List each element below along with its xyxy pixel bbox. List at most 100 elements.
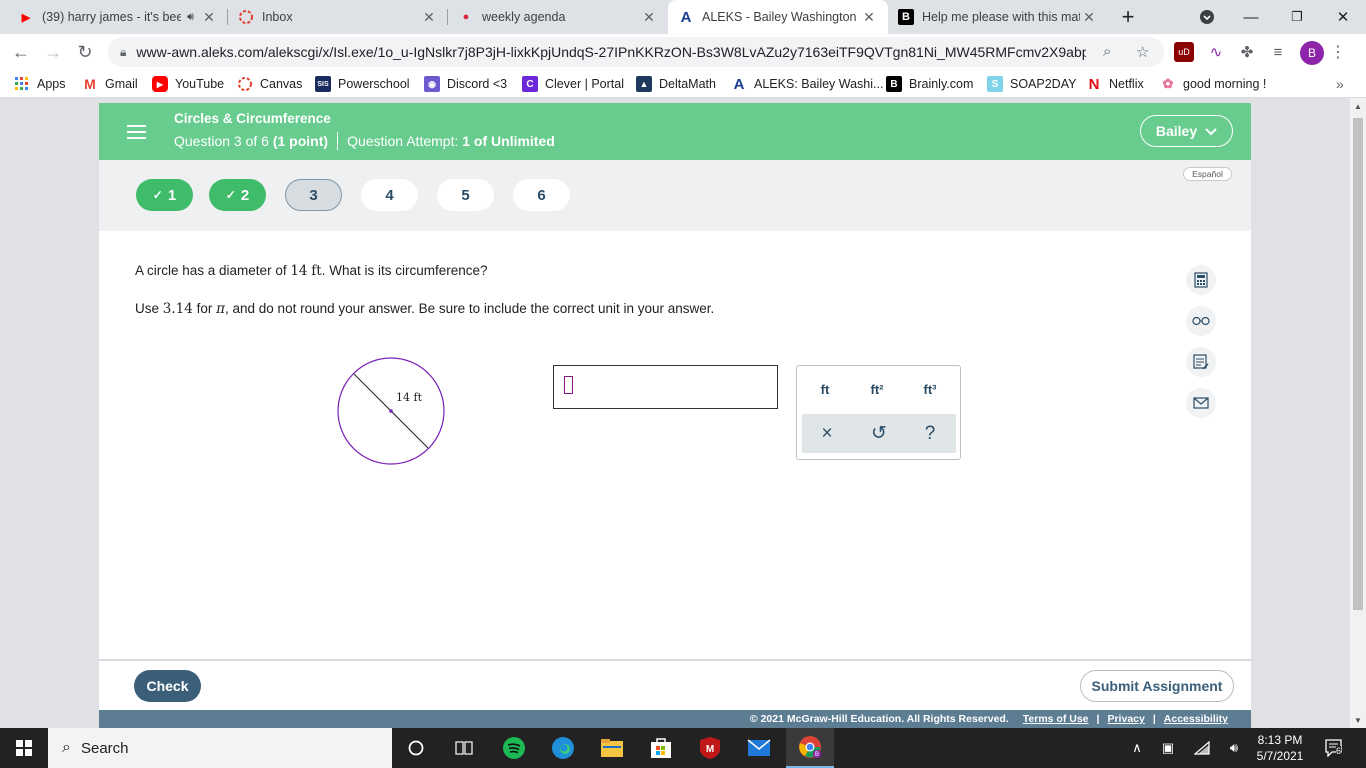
question-nav-1[interactable]: ✓ 1 (136, 179, 193, 211)
device-icon[interactable]: ▣ (1156, 728, 1180, 768)
bookmark-good-morning[interactable]: ✿ good morning ! (1160, 75, 1267, 93)
unit-ft-button[interactable]: ft (805, 378, 845, 400)
hamburger-menu-icon[interactable] (120, 117, 152, 147)
minimize-icon[interactable]: — (1228, 0, 1274, 34)
bookmark-star-icon[interactable]: ☆ (1136, 43, 1149, 61)
bookmark-soap2day[interactable]: S SOAP2DAY (987, 75, 1076, 93)
taskbar-clock[interactable]: 8:13 PM 5/7/2021 (1250, 732, 1310, 764)
address-bar[interactable]: 🔒︎ www-awn.aleks.com/alekscgi/x/Isl.exe/… (108, 37, 1164, 67)
scroll-up-icon[interactable]: ▲ (1350, 98, 1366, 114)
question-nav-4[interactable]: 4 (361, 179, 418, 211)
store-icon[interactable] (637, 728, 685, 768)
windows-start-icon[interactable] (0, 728, 48, 768)
question-nav-2[interactable]: ✓ 2 (209, 179, 266, 211)
taskbar-search[interactable]: ⌕ Search (48, 728, 392, 768)
user-menu-button[interactable]: Bailey (1140, 115, 1233, 147)
task-view-icon[interactable] (440, 728, 488, 768)
espanol-toggle[interactable]: Español (1183, 167, 1232, 181)
soap2day-icon: S (987, 76, 1003, 92)
wifi-icon[interactable] (1190, 728, 1214, 768)
privacy-link[interactable]: Privacy (1107, 713, 1144, 725)
profile-avatar[interactable]: B (1300, 41, 1324, 65)
terms-link[interactable]: Terms of Use (1023, 713, 1089, 725)
window-close-icon[interactable]: ✕ (1320, 0, 1366, 34)
kebab-menu-icon[interactable]: ⋮ (1328, 42, 1348, 62)
edge-icon[interactable] (539, 728, 587, 768)
windows-taskbar: ⌕ Search M B ∧ ▣ 🔊︎ 8:13 PM 5/7/2021 6 (0, 728, 1366, 768)
bookmark-youtube[interactable]: ▶ YouTube (152, 75, 224, 93)
check-button[interactable]: Check (134, 670, 201, 702)
tab-title: (39) harry james - it's bee (42, 10, 182, 24)
question-nav-6[interactable]: 6 (513, 179, 570, 211)
bookmark-canvas[interactable]: Canvas (237, 75, 302, 93)
aleks-icon: A (733, 75, 745, 93)
tab-search-icon[interactable] (1184, 0, 1230, 34)
scroll-down-icon[interactable]: ▼ (1350, 712, 1366, 728)
scroll-thumb[interactable] (1353, 118, 1363, 610)
tray-overflow-icon[interactable]: ∧ (1126, 728, 1148, 768)
bookmark-clever[interactable]: C Clever | Portal (522, 75, 624, 93)
restore-icon[interactable]: ❐ (1274, 0, 1320, 34)
browser-tab-active[interactable]: A ALEKS - Bailey Washington - ✕ (668, 0, 888, 34)
bookmark-powerschool[interactable]: SIS Powerschool (315, 75, 410, 93)
bookmark-brainly[interactable]: B Brainly.com (886, 75, 973, 93)
chrome-taskbar-icon[interactable]: B (786, 728, 834, 768)
center-point (389, 409, 393, 413)
puzzle-icon[interactable]: ✤ (1237, 42, 1257, 62)
browser-tab[interactable]: B Help me please with this mat ✕ (888, 0, 1108, 34)
speaker-icon[interactable]: 🔊︎ (187, 11, 194, 24)
circle-diagram: 14 ft (336, 356, 448, 471)
question-nav-3[interactable]: 3 (285, 179, 342, 211)
spotify-icon[interactable] (490, 728, 538, 768)
checkmark-icon: ✓ (152, 188, 163, 202)
notes-icon[interactable] (1186, 347, 1216, 377)
close-icon[interactable]: ✕ (860, 9, 878, 26)
close-icon[interactable]: ✕ (1080, 9, 1098, 26)
answer-input[interactable] (553, 365, 778, 409)
close-icon[interactable]: ✕ (420, 9, 438, 26)
page-scrollbar[interactable]: ▲ ▼ (1350, 98, 1366, 728)
footer-divider (99, 659, 1251, 661)
browser-tab[interactable]: ● weekly agenda ✕ (448, 0, 668, 34)
calculator-icon[interactable] (1186, 265, 1216, 295)
volume-icon[interactable]: 🔊︎ (1222, 728, 1246, 768)
browser-tab-strip: ▶ (39) harry james - it's bee 🔊︎ ✕ Inbox… (0, 0, 1366, 34)
close-icon[interactable]: ✕ (200, 9, 218, 26)
bookmark-deltamath[interactable]: ▲ DeltaMath (636, 75, 716, 93)
mail-app-icon[interactable] (735, 728, 783, 768)
back-icon[interactable]: ← (8, 39, 34, 65)
new-tab-button[interactable]: + (1106, 0, 1150, 34)
bookmark-apps[interactable]: Apps (14, 75, 66, 93)
browser-tab[interactable]: Inbox ✕ (228, 0, 448, 34)
sis-icon: SIS (315, 76, 331, 92)
forward-icon[interactable]: → (40, 39, 66, 65)
unit-ft3-button[interactable]: ft³ (910, 378, 950, 400)
mcafee-icon[interactable]: M (686, 728, 734, 768)
accessibility-link[interactable]: Accessibility (1164, 713, 1228, 725)
question-nav-5[interactable]: 5 (437, 179, 494, 211)
unit-keypad: ft ft² ft³ × ↺ ? (796, 365, 961, 460)
extension-wave-icon[interactable]: ∿ (1206, 42, 1226, 62)
notifications-icon[interactable]: 6 (1320, 728, 1350, 768)
bookmark-aleks[interactable]: A ALEKS: Bailey Washi... (731, 75, 884, 93)
svg-text:B: B (815, 752, 819, 758)
bookmark-netflix[interactable]: N Netflix (1086, 75, 1144, 93)
cortana-icon[interactable] (392, 728, 440, 768)
file-explorer-icon[interactable] (588, 728, 636, 768)
submit-assignment-button[interactable]: Submit Assignment (1080, 670, 1234, 702)
reload-icon[interactable]: ↻ (72, 39, 98, 65)
unit-ft2-button[interactable]: ft² (857, 378, 897, 400)
zoom-icon[interactable]: ⌕ (1103, 43, 1111, 60)
browser-tab[interactable]: ▶ (39) harry james - it's bee 🔊︎ ✕ (8, 0, 228, 34)
close-icon[interactable]: ✕ (640, 9, 658, 26)
mail-icon[interactable] (1186, 388, 1216, 418)
bookmarks-overflow-icon[interactable]: » (1336, 75, 1344, 93)
help-button[interactable]: ? (905, 414, 955, 453)
media-queue-icon[interactable]: ≡ (1268, 42, 1288, 62)
bookmark-discord[interactable]: ◉ Discord <3 (424, 75, 507, 93)
clear-button[interactable]: × (802, 414, 852, 453)
undo-button[interactable]: ↺ (854, 414, 904, 453)
glasses-icon[interactable] (1186, 306, 1216, 336)
ublock-icon[interactable]: uD (1174, 42, 1194, 62)
bookmark-gmail[interactable]: M Gmail (82, 75, 138, 93)
